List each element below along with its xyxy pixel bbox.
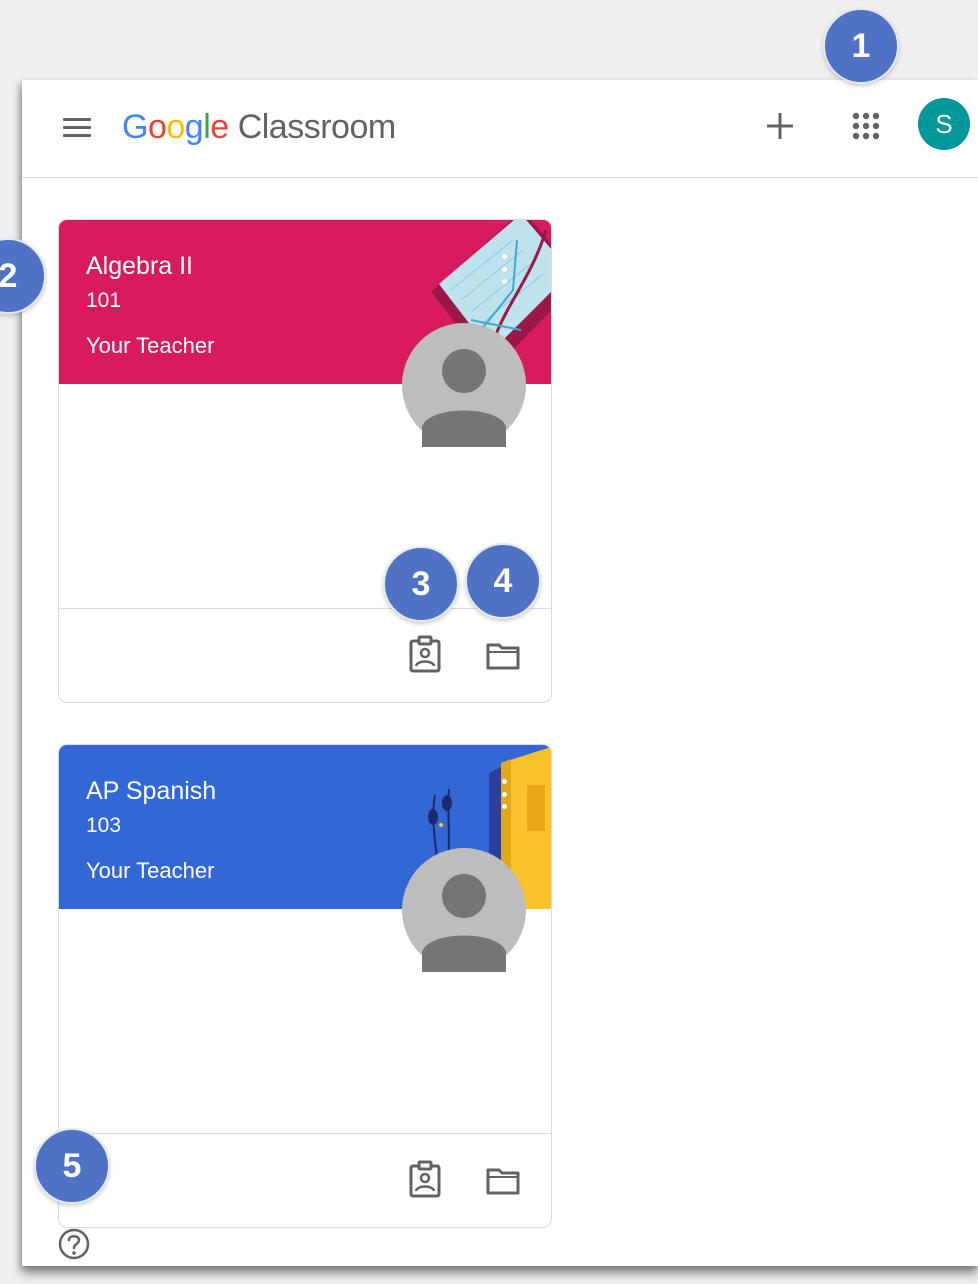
more-options-button[interactable] <box>499 779 509 809</box>
product-name: Classroom <box>237 107 396 146</box>
folder-icon <box>486 1168 520 1195</box>
teacher-avatar <box>402 323 526 447</box>
help-circle-icon <box>58 1228 90 1260</box>
assignment-ind-icon <box>409 635 441 673</box>
teacher-name: Your Teacher <box>86 858 215 883</box>
class-section: 101 <box>86 289 122 312</box>
open-class-drive-folder-button[interactable] <box>485 1160 521 1200</box>
google-apps-button[interactable] <box>848 108 884 144</box>
callout-badge-5: 5 <box>34 1128 110 1204</box>
teacher-avatar <box>402 848 526 972</box>
card-footer <box>59 608 551 702</box>
folder-icon <box>486 643 520 670</box>
class-name[interactable]: AP Spanish <box>86 777 216 806</box>
class-card-algebra[interactable]: Algebra II 101 Your Teacher <box>58 219 552 703</box>
top-app-bar: Google Classroom S <box>22 80 978 178</box>
open-your-work-button[interactable] <box>407 635 443 675</box>
callout-badge-1: 1 <box>823 8 899 84</box>
classroom-window: Google Classroom S Algebra II 101 Your T… <box>22 80 978 1266</box>
open-your-work-button[interactable] <box>407 1160 443 1200</box>
more-vert-icon <box>501 254 507 259</box>
plus-icon <box>767 113 793 139</box>
open-class-drive-folder-button[interactable] <box>485 635 521 675</box>
more-vert-icon <box>501 779 507 784</box>
callout-badge-4: 4 <box>465 543 541 619</box>
assignment-ind-icon <box>409 1160 441 1198</box>
create-or-join-class-button[interactable] <box>762 108 798 144</box>
account-avatar-button[interactable]: S <box>918 98 970 150</box>
main-menu-button[interactable] <box>60 110 94 144</box>
class-card-spanish[interactable]: AP Spanish 103 Your Teacher <box>58 744 552 1228</box>
card-footer <box>59 1133 551 1227</box>
hamburger-menu-icon <box>63 117 91 121</box>
more-options-button[interactable] <box>499 254 509 284</box>
help-button[interactable] <box>56 1226 92 1262</box>
teacher-name: Your Teacher <box>86 333 215 358</box>
class-name[interactable]: Algebra II <box>86 252 193 281</box>
class-section: 103 <box>86 814 122 837</box>
callout-badge-3: 3 <box>383 546 459 622</box>
apps-grid-icon <box>852 112 880 140</box>
google-classroom-logo[interactable]: Google Classroom <box>122 102 396 152</box>
